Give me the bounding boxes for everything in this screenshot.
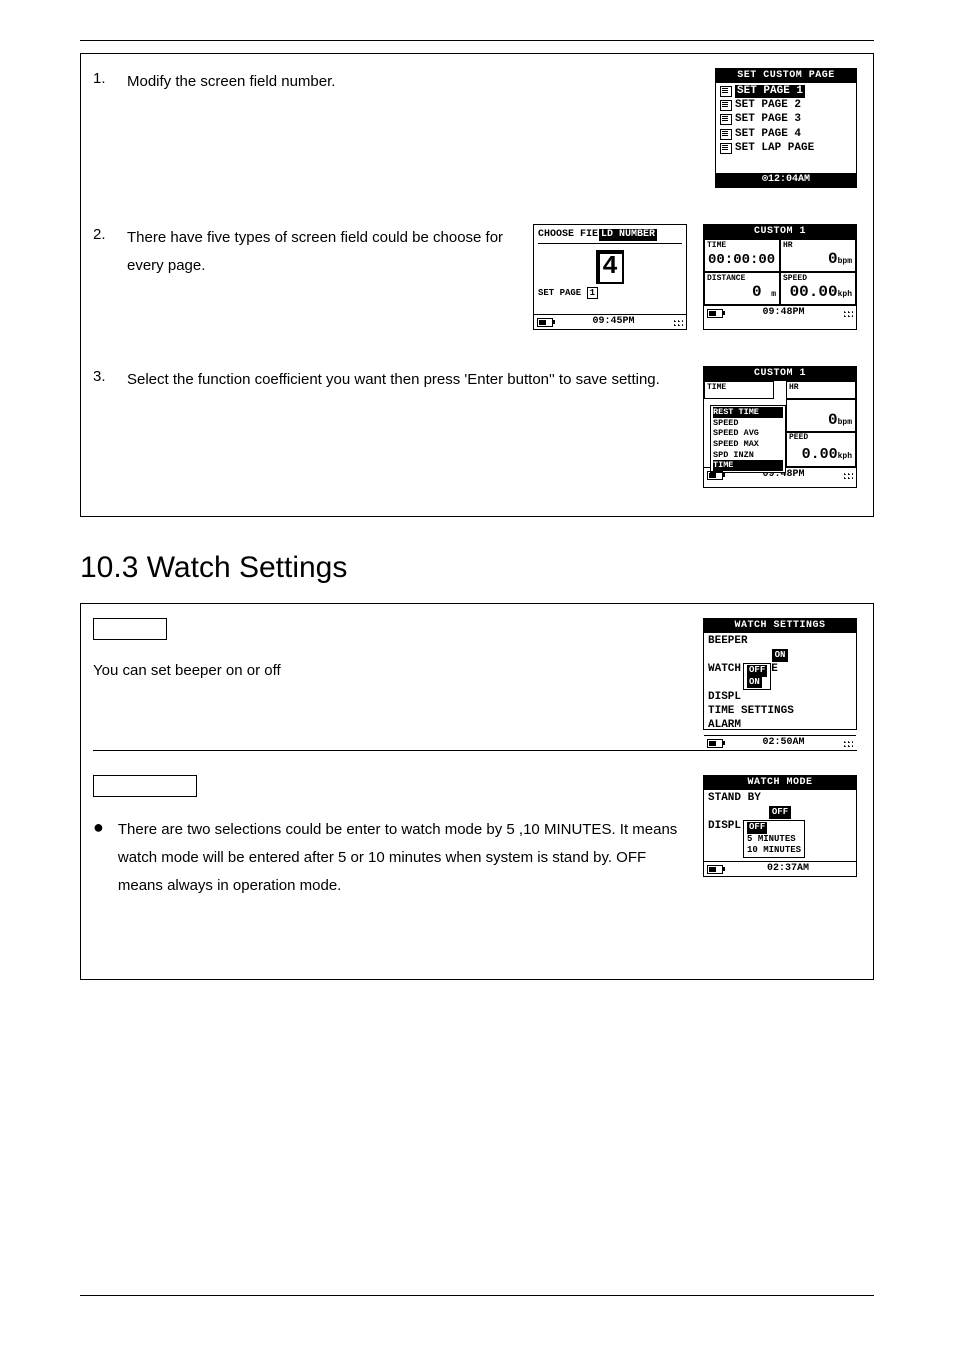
beeper-text: You can set beeper on or off [93, 653, 703, 685]
beeper-row: You can set beeper on or off WATCH SETTI… [93, 618, 857, 730]
watchmode-row: ● There are two selections could be ente… [93, 775, 857, 899]
step-2: 2. There have five types of screen field… [93, 224, 857, 330]
section-heading: 10.3 Watch Settings [80, 551, 874, 585]
lcd-watch-settings: WATCH SETTINGS BEEPER ON WATCHOFFONE DIS… [703, 618, 857, 730]
step-number: 3. [93, 366, 127, 385]
custom-page-steps: 1. Modify the screen field number. SET C… [80, 53, 874, 517]
tag-placeholder [93, 775, 197, 797]
lcd-choose-field: CHOOSE FIELD NUMBER 4 SET PAGE 1 09:45PM [533, 224, 687, 330]
signal-icon [674, 318, 683, 327]
battery-icon [707, 865, 723, 874]
function-popup: REST TIME SPEED SPEED AVG SPEED MAX SPD … [710, 405, 786, 473]
signal-icon [844, 739, 853, 748]
step-text: There have five types of screen field co… [127, 224, 533, 280]
lcd-function-list: CUSTOM 1 TIME HR 0bpm PEED0.00kph REST T… [703, 366, 857, 488]
battery-icon [707, 739, 723, 748]
lcd-watch-mode: WATCH MODE STAND BY OFF DISPLOFF 5 MINUT… [703, 775, 857, 877]
bullet-icon: ● [93, 818, 104, 836]
lcd-title: SET CUSTOM PAGE [716, 69, 856, 83]
watchmode-text: There are two selections could be enter … [118, 816, 703, 899]
step-number: 2. [93, 224, 127, 243]
step-1: 1. Modify the screen field number. SET C… [93, 68, 857, 188]
battery-icon [707, 309, 723, 318]
step-text: Select the function coefficient you want… [127, 366, 703, 394]
lcd-custom-1: CUSTOM 1 TIME00:00:00 HR0bpm DISTANCE0 m… [703, 224, 857, 330]
battery-icon [537, 318, 553, 327]
field-number: 4 [596, 250, 624, 284]
step-text: Modify the screen field number. [127, 68, 715, 96]
signal-icon [844, 471, 853, 480]
signal-icon [844, 309, 853, 318]
step-3: 3. Select the function coefficient you w… [93, 366, 857, 488]
lcd-set-custom-page: SET CUSTOM PAGE SET PAGE 1 SET PAGE 2 SE… [715, 68, 857, 188]
step-number: 1. [93, 68, 127, 87]
tag-placeholder [93, 618, 167, 640]
watch-settings-box: You can set beeper on or off WATCH SETTI… [80, 603, 874, 980]
battery-icon [707, 471, 723, 480]
